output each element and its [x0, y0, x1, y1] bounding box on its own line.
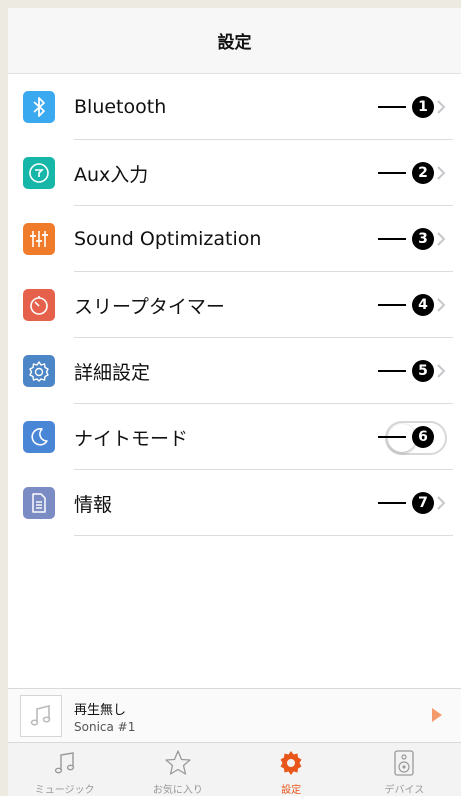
settings-item-info[interactable]: 情報 7 — [8, 470, 461, 536]
annotation-marker: 7 — [378, 492, 434, 514]
settings-item-label: 情報 — [74, 493, 113, 516]
chevron-right-icon — [437, 166, 446, 180]
moon-icon — [23, 421, 55, 453]
chevron-right-icon — [437, 496, 446, 510]
tab-label: デバイス — [384, 785, 425, 796]
music-note-icon — [51, 749, 79, 777]
tab-settings[interactable]: 設定 — [235, 743, 348, 796]
page-title: 設定 — [217, 33, 252, 53]
chevron-right-icon — [437, 232, 446, 246]
settings-item-label: Sound Optimization — [74, 228, 262, 250]
annotation-number: 4 — [412, 294, 434, 316]
annotation-number: 2 — [412, 162, 434, 184]
annotation-marker: 4 — [378, 294, 434, 316]
settings-item-bluetooth[interactable]: Bluetooth 1 — [8, 74, 461, 140]
annotation-number: 5 — [412, 360, 434, 382]
annotation-number: 7 — [412, 492, 434, 514]
document-icon — [23, 487, 55, 519]
timer-icon — [23, 289, 55, 321]
tab-bar: ミュージック お気に入り 設定 デバイス — [8, 742, 461, 796]
speaker-icon — [390, 749, 418, 777]
aux-input-icon — [23, 157, 55, 189]
settings-item-sound-optimization[interactable]: Sound Optimization 3 — [8, 206, 461, 272]
star-icon — [164, 749, 192, 777]
tab-devices[interactable]: デバイス — [348, 743, 461, 796]
annotation-marker: 5 — [378, 360, 434, 382]
settings-item-label: ナイトモード — [74, 427, 189, 450]
tab-favorites[interactable]: お気に入り — [121, 743, 234, 796]
settings-item-label: Aux入力 — [74, 163, 149, 186]
annotation-marker: 1 — [378, 96, 434, 118]
settings-item-label: スリープタイマー — [74, 295, 225, 318]
navigation-bar: 設定 — [8, 8, 461, 74]
album-art — [20, 695, 62, 737]
chevron-right-icon — [437, 100, 446, 114]
chevron-right-icon — [437, 364, 446, 378]
chevron-right-icon — [437, 298, 446, 312]
annotation-number: 6 — [412, 426, 434, 448]
tab-label: お気に入り — [152, 785, 203, 796]
mini-player[interactable]: 再生無し Sonica #1 — [8, 688, 461, 742]
equalizer-icon — [23, 223, 55, 255]
gear-icon — [277, 749, 305, 777]
settings-item-night-mode: ナイトモード 6 — [8, 404, 461, 470]
settings-screen: 設定 Bluetooth 1 Aux入力 2 Sound Optimizatio… — [8, 8, 461, 796]
now-playing-title: 再生無し — [74, 703, 127, 718]
settings-item-advanced-settings[interactable]: 詳細設定 5 — [8, 338, 461, 404]
tab-label: 設定 — [281, 785, 302, 796]
annotation-number: 3 — [412, 228, 434, 250]
gear-icon — [23, 355, 55, 387]
settings-list: Bluetooth 1 Aux入力 2 Sound Optimization 3… — [8, 74, 461, 536]
music-note-icon — [30, 704, 51, 726]
tab-music[interactable]: ミュージック — [8, 743, 121, 796]
annotation-number: 1 — [412, 96, 434, 118]
annotation-marker: 3 — [378, 228, 434, 250]
settings-item-aux-input[interactable]: Aux入力 2 — [8, 140, 461, 206]
annotation-marker: 6 — [378, 426, 434, 448]
now-playing-device: Sonica #1 — [74, 720, 136, 734]
settings-item-label: Bluetooth — [74, 96, 167, 118]
settings-item-sleep-timer[interactable]: スリープタイマー 4 — [8, 272, 461, 338]
tab-label: ミュージック — [34, 785, 95, 796]
play-icon[interactable] — [432, 708, 442, 722]
annotation-marker: 2 — [378, 162, 434, 184]
settings-item-label: 詳細設定 — [74, 361, 151, 384]
bluetooth-icon — [23, 91, 55, 123]
